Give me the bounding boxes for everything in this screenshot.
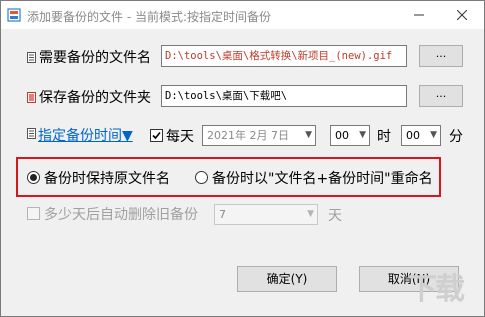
chevron-down-icon: ▼ bbox=[305, 130, 312, 140]
close-button[interactable] bbox=[439, 1, 484, 29]
app-icon bbox=[7, 8, 21, 22]
rename-label[interactable]: 备份时以"文件名+备份时间"重命名 bbox=[212, 168, 433, 188]
checkmark-icon bbox=[152, 131, 161, 140]
auto-delete-unit: 天 bbox=[328, 208, 342, 224]
daily-checkbox[interactable] bbox=[150, 129, 163, 142]
minute-value: 00 bbox=[406, 129, 420, 142]
hour-value: 00 bbox=[335, 129, 349, 142]
dest-folder-label-group: 保存备份的文件夹 bbox=[27, 87, 151, 107]
watermark-logo: 下载 bbox=[407, 272, 467, 307]
auto-delete-checkbox[interactable] bbox=[27, 207, 40, 220]
auto-delete-days-select[interactable]: 7 ▼ bbox=[214, 204, 318, 225]
date-picker[interactable]: 2021年 2月 7日 ▼ bbox=[202, 125, 316, 146]
minimize-icon bbox=[414, 14, 424, 16]
radio-rename[interactable] bbox=[195, 171, 208, 184]
chevron-down-icon: ▼ bbox=[430, 130, 437, 140]
source-file-input[interactable]: D:\tools\桌面\格式转换\新项目_(new).gif bbox=[161, 45, 407, 67]
clock-icon bbox=[27, 128, 36, 139]
dest-folder-label: 保存备份的文件夹 bbox=[39, 90, 151, 106]
hour-select[interactable]: 00 ▼ bbox=[330, 125, 370, 146]
close-icon bbox=[456, 10, 467, 20]
source-browse-button[interactable]: ... bbox=[419, 45, 463, 67]
file-icon bbox=[27, 51, 36, 63]
source-file-label: 需要备份的文件名 bbox=[39, 50, 151, 66]
auto-delete-label: 多少天后自动删除旧备份 bbox=[44, 207, 198, 223]
dest-folder-input[interactable]: D:\tools\桌面\下载吧\ bbox=[161, 85, 407, 107]
auto-delete-days-value: 7 bbox=[219, 208, 226, 221]
source-file-label-group: 需要备份的文件名 bbox=[27, 47, 151, 67]
radio-selected-dot bbox=[30, 174, 37, 181]
dest-browse-button[interactable]: ... bbox=[419, 85, 463, 107]
schedule-time-link[interactable]: 指定备份时间▼ bbox=[38, 125, 133, 145]
minimize-button[interactable] bbox=[399, 1, 439, 29]
ok-button[interactable]: 确定(Y) bbox=[237, 266, 337, 292]
svg-text:下载: 下载 bbox=[407, 272, 465, 307]
keep-name-label[interactable]: 备份时保持原文件名 bbox=[44, 168, 170, 188]
minute-unit: 分 bbox=[449, 129, 463, 145]
daily-label: 每天 bbox=[166, 129, 194, 145]
title-bar: 添加要备份的文件 - 当前模式:按指定时间备份 bbox=[1, 1, 484, 29]
chevron-down-icon: ▼ bbox=[359, 130, 366, 140]
radio-keep-name[interactable] bbox=[27, 171, 40, 184]
dialog-window: 添加要备份的文件 - 当前模式:按指定时间备份 需要备份的文件名 D:\tool… bbox=[0, 0, 485, 317]
window-title: 添加要备份的文件 - 当前模式:按指定时间备份 bbox=[27, 10, 272, 24]
date-value: 2021年 2月 7日 bbox=[207, 129, 289, 142]
folder-icon bbox=[27, 91, 36, 103]
hour-unit: 时 bbox=[377, 129, 391, 145]
chevron-down-icon: ▼ bbox=[307, 209, 314, 219]
minute-select[interactable]: 00 ▼ bbox=[401, 125, 441, 146]
